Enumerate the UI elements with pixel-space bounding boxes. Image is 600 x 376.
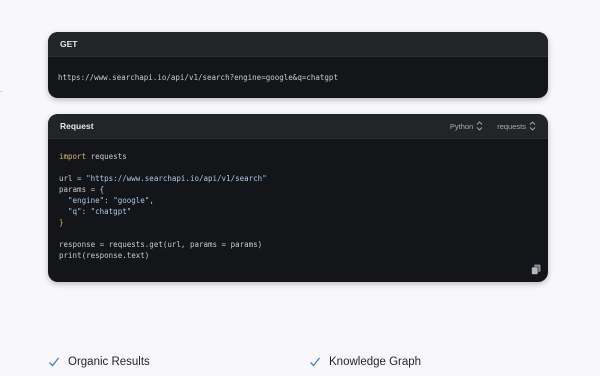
get-request-card: GET https://www.searchapi.io/api/v1/sear… (48, 32, 548, 98)
request-code-card: Request Python requests import requests … (48, 114, 548, 282)
code-string: "google" (113, 196, 150, 205)
language-select-label: Python (449, 121, 474, 131)
code-block[interactable]: import requests url = "https://www.searc… (48, 139, 548, 261)
code-text: response = requests.get(url, params = pa… (59, 240, 263, 249)
code-text: , (149, 196, 154, 205)
chevron-up-down-icon (529, 121, 536, 131)
code-text: : (104, 196, 114, 205)
code-text: params = { (59, 185, 105, 194)
feature-label: Knowledge Graph (329, 356, 422, 368)
check-icon (310, 357, 321, 367)
code-string: "https://www.searchapi.io/api/v1/search" (86, 174, 267, 183)
language-select[interactable]: Python (450, 121, 483, 131)
feature-label: Organic Results (68, 356, 150, 368)
code-selectors: Python requests (450, 121, 536, 131)
feature-item-knowledge-graph: Knowledge Graph (309, 356, 421, 368)
feature-item-organic-results: Organic Results (48, 356, 150, 368)
get-card-header: GET (48, 32, 548, 57)
code-string: "q" (59, 207, 82, 216)
code-text: requests (86, 152, 127, 161)
code-text: url (59, 174, 73, 183)
code-keyword: import (59, 152, 87, 161)
code-text: : (81, 207, 91, 216)
divider-mark (0, 91, 2, 92)
feature-list: Organic Results Knowledge Graph (48, 356, 558, 376)
copy-icon[interactable] (531, 264, 541, 275)
request-title: Request (60, 121, 94, 131)
code-string: "chatgpt" (90, 207, 132, 216)
chevron-up-down-icon (476, 121, 483, 131)
library-select[interactable]: requests (497, 121, 536, 131)
http-method-label: GET (60, 39, 78, 49)
library-select-label: requests (497, 121, 526, 131)
code-operator: } (59, 218, 64, 227)
request-card-header: Request Python requests (48, 114, 548, 139)
code-operator: = (72, 174, 87, 183)
code-text: print(response.text) (59, 251, 150, 260)
check-icon (49, 357, 60, 367)
code-string: "engine" (59, 196, 105, 205)
request-url[interactable]: https://www.searchapi.io/api/v1/search?e… (48, 57, 548, 97)
